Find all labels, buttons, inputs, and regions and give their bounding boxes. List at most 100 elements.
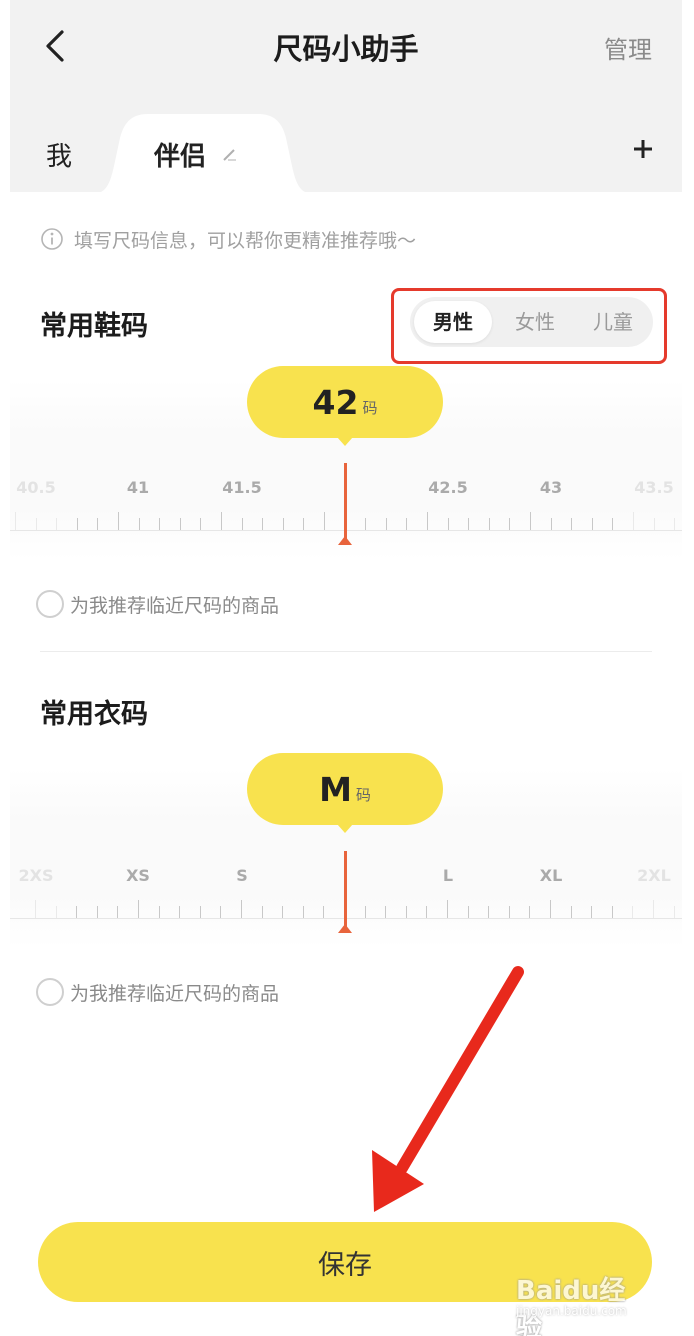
clothing-recommend-nearby[interactable]: 为我推荐临近尺码的商品 bbox=[36, 978, 279, 1006]
ruler-tick bbox=[117, 906, 119, 918]
ruler-tick bbox=[529, 906, 531, 918]
gender-option-child[interactable]: 儿童 bbox=[580, 297, 646, 347]
clothing-ruler-label: 2XL bbox=[637, 866, 671, 885]
shoe-ruler-label: 40.5 bbox=[16, 478, 56, 497]
ruler-tick bbox=[571, 518, 573, 530]
ruler-tick bbox=[591, 518, 593, 530]
clothing-ruler-label: 2XS bbox=[18, 866, 54, 885]
ruler-tick bbox=[385, 518, 387, 530]
shoe-ruler-label: 43 bbox=[539, 478, 563, 497]
watermark-brand: Baidu经验 bbox=[516, 1276, 626, 1336]
ruler-tick bbox=[632, 906, 634, 918]
ruler-tick bbox=[158, 906, 160, 918]
header: 尺码小助手 管理 我 伴侣 bbox=[10, 0, 682, 194]
shoe-ruler-pointer bbox=[344, 463, 347, 541]
clothing-size-value: M bbox=[319, 769, 352, 809]
ruler-tick bbox=[324, 512, 325, 530]
ruler-tick bbox=[508, 906, 510, 918]
ruler-tick bbox=[364, 906, 366, 918]
ruler-tick bbox=[241, 518, 243, 530]
shoe-ruler-label: 43.5 bbox=[634, 478, 674, 497]
ruler-tick bbox=[426, 906, 428, 918]
ruler-tick bbox=[261, 906, 263, 918]
ruler-tick bbox=[179, 518, 181, 530]
tab-partner[interactable]: 伴侣 bbox=[154, 136, 206, 173]
shoe-ruler-label: 41.5 bbox=[222, 478, 262, 497]
shoe-ruler-pointer-tip bbox=[338, 536, 352, 545]
ruler-tick bbox=[406, 518, 408, 530]
ruler-tick bbox=[591, 906, 593, 918]
ruler-tick bbox=[611, 906, 613, 918]
shoe-size-bubble: 42 码 bbox=[247, 366, 443, 446]
clothing-recommend-label: 为我推荐临近尺码的商品 bbox=[70, 982, 280, 1005]
ruler-tick bbox=[138, 900, 139, 918]
ruler-tick bbox=[365, 518, 367, 530]
ruler-tick bbox=[55, 906, 57, 918]
clothing-recommend-checkbox[interactable] bbox=[36, 978, 64, 1006]
ruler-tick bbox=[303, 518, 305, 530]
ruler-tick bbox=[56, 518, 58, 530]
watermark-url: jingyan.baidu.com bbox=[516, 1304, 627, 1318]
ruler-tick bbox=[488, 906, 490, 918]
gender-option-female[interactable]: 女性 bbox=[502, 297, 568, 347]
ruler-tick bbox=[138, 518, 140, 530]
ruler-tick bbox=[302, 906, 304, 918]
ruler-tick bbox=[159, 518, 161, 530]
ruler-tick bbox=[76, 518, 78, 530]
clothing-size-title: 常用衣码 bbox=[40, 699, 148, 730]
info-icon bbox=[41, 228, 63, 250]
size-assistant-page: 尺码小助手 管理 我 伴侣 填写尺码信息，可以帮你更精准推荐哦～ 常用鞋码 男性… bbox=[10, 0, 682, 1336]
ruler-tick bbox=[96, 906, 98, 918]
ruler-tick bbox=[673, 906, 675, 918]
ruler-tick bbox=[550, 900, 551, 918]
tab-me[interactable]: 我 bbox=[46, 136, 72, 173]
ruler-tick bbox=[35, 518, 37, 530]
ruler-tick bbox=[570, 906, 572, 918]
clothing-ruler-label: XL bbox=[539, 866, 563, 885]
ruler-tick bbox=[612, 518, 614, 530]
ruler-tick bbox=[674, 518, 676, 530]
clothing-size-unit: 码 bbox=[355, 785, 371, 804]
ruler-tick bbox=[653, 900, 654, 918]
ruler-tick bbox=[633, 512, 634, 530]
ruler-tick bbox=[221, 512, 222, 530]
ruler-tick bbox=[550, 518, 552, 530]
ruler-tick bbox=[447, 518, 449, 530]
ruler-tick bbox=[509, 518, 511, 530]
gender-option-male[interactable]: 男性 bbox=[414, 301, 492, 343]
baidu-watermark: Baidu经验 jingyan.baidu.com bbox=[516, 1270, 646, 1336]
plus-icon[interactable] bbox=[632, 138, 654, 160]
shoe-ruler-label: 41 bbox=[126, 478, 150, 497]
ruler-tick bbox=[385, 906, 387, 918]
ruler-tick bbox=[488, 518, 490, 530]
ruler-tick bbox=[282, 906, 284, 918]
shoe-size-value: 42 bbox=[312, 382, 359, 422]
ruler-tick bbox=[179, 906, 181, 918]
pencil-icon[interactable] bbox=[222, 146, 238, 162]
shoe-recommend-checkbox[interactable] bbox=[36, 590, 64, 618]
ruler-tick bbox=[530, 512, 531, 530]
shoe-recommend-nearby[interactable]: 为我推荐临近尺码的商品 bbox=[36, 590, 279, 618]
ruler-tick bbox=[35, 900, 36, 918]
ruler-tick bbox=[199, 906, 201, 918]
annotation-arrow bbox=[372, 966, 524, 1212]
page-title: 尺码小助手 bbox=[273, 32, 419, 66]
ruler-tick bbox=[323, 906, 325, 918]
ruler-tick bbox=[97, 518, 99, 530]
ruler-tick bbox=[467, 906, 469, 918]
ruler-tick bbox=[468, 518, 470, 530]
ruler-tick bbox=[241, 900, 242, 918]
clothing-ruler-label: XS bbox=[126, 866, 150, 885]
tip: 填写尺码信息，可以帮你更精准推荐哦～ bbox=[40, 226, 416, 252]
tip-text: 填写尺码信息，可以帮你更精准推荐哦～ bbox=[74, 229, 417, 252]
ruler-tick bbox=[447, 900, 448, 918]
shoe-size-title: 常用鞋码 bbox=[40, 311, 148, 342]
shoe-ruler-label: 42.5 bbox=[428, 478, 468, 497]
clothing-ruler-pointer-tip bbox=[338, 924, 352, 933]
ruler-tick bbox=[200, 518, 202, 530]
ruler-tick bbox=[427, 512, 428, 530]
ruler-tick bbox=[220, 906, 222, 918]
manage-button[interactable]: 管理 bbox=[604, 30, 652, 65]
ruler-tick bbox=[282, 518, 284, 530]
clothing-ruler-label: L bbox=[442, 866, 454, 885]
